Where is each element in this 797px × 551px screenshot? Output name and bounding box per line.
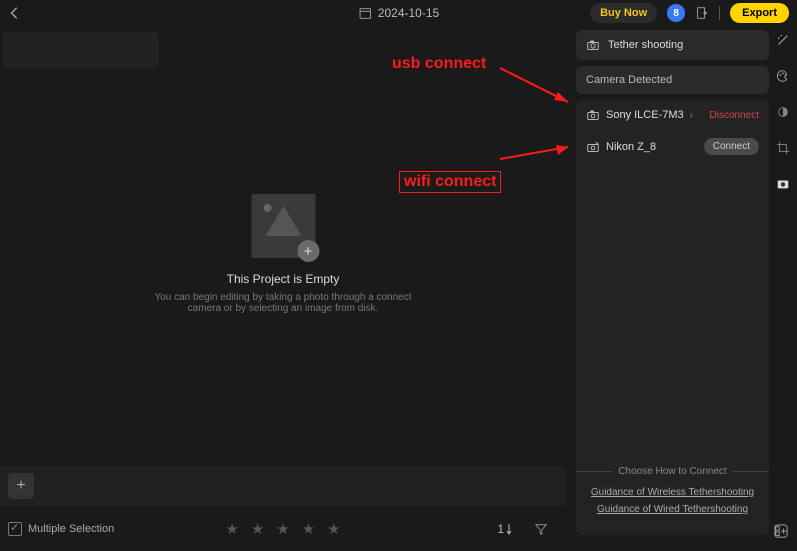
- add-image-button[interactable]: +: [297, 240, 319, 262]
- tone-icon[interactable]: [773, 102, 793, 122]
- magic-icon[interactable]: [773, 30, 793, 50]
- tether-shooting-row[interactable]: Tether shooting: [576, 30, 769, 60]
- empty-image-icon: +: [251, 194, 315, 258]
- crop-icon[interactable]: [773, 138, 793, 158]
- date-label: 2024-10-15: [378, 6, 439, 20]
- how-to-connect: Choose How to Connect Guidance of Wirele…: [576, 458, 769, 529]
- multiple-selection-label: Multiple Selection: [28, 523, 114, 535]
- thumbnail-placeholder: [3, 32, 158, 68]
- palette-icon[interactable]: [773, 66, 793, 86]
- project-date[interactable]: 2024-10-15: [358, 6, 439, 20]
- filter-icon[interactable]: [534, 522, 548, 536]
- link-wired-guide[interactable]: Guidance of Wired Tethershooting: [576, 504, 769, 515]
- camera-row-nikon[interactable]: Nikon Z_8 Connect: [576, 130, 769, 163]
- link-wireless-guide[interactable]: Guidance of Wireless Tethershooting: [576, 487, 769, 498]
- bottom-bar: Multiple Selection ★ ★ ★ ★ ★ 1: [0, 506, 566, 551]
- right-panel: Tether shooting Camera Detected Sony ILC…: [576, 30, 769, 541]
- back-icon[interactable]: [8, 6, 22, 20]
- usb-camera-icon: [586, 108, 600, 122]
- import-icon[interactable]: [695, 6, 709, 20]
- disconnect-button[interactable]: Disconnect: [710, 110, 759, 121]
- camera-list: Sony ILCE-7M3 › Disconnect Nikon Z_8 Con…: [576, 100, 769, 535]
- compare-icon[interactable]: [771, 521, 791, 541]
- camera-row-sony[interactable]: Sony ILCE-7M3 › Disconnect: [576, 100, 769, 130]
- star-icon[interactable]: ★: [327, 520, 340, 538]
- add-tile-button[interactable]: +: [8, 473, 34, 499]
- star-icon[interactable]: ★: [302, 520, 315, 538]
- camera-detected-header: Camera Detected: [576, 66, 769, 94]
- camera-name: Sony ILCE-7M3: [606, 109, 684, 121]
- star-rating[interactable]: ★ ★ ★ ★ ★: [225, 520, 340, 538]
- camera-icon: [586, 38, 600, 52]
- star-icon[interactable]: ★: [251, 520, 264, 538]
- empty-state: + This Project is Empty You can begin ed…: [142, 194, 425, 314]
- star-icon[interactable]: ★: [276, 520, 289, 538]
- main-canvas: + This Project is Empty You can begin ed…: [0, 26, 566, 506]
- tether-label: Tether shooting: [608, 39, 683, 51]
- checkbox-icon: [8, 522, 22, 536]
- multiple-selection-toggle[interactable]: Multiple Selection: [8, 522, 114, 536]
- connect-button[interactable]: Connect: [704, 138, 759, 155]
- capture-icon[interactable]: [773, 174, 793, 194]
- top-bar: 2024-10-15 Buy Now 8 Export: [0, 0, 797, 26]
- export-button[interactable]: Export: [730, 3, 789, 23]
- empty-subtitle: You can begin editing by taking a photo …: [142, 292, 425, 314]
- sort-control[interactable]: 1: [497, 522, 516, 536]
- star-icon[interactable]: ★: [225, 520, 238, 538]
- camera-name: Nikon Z_8: [606, 141, 656, 153]
- compare-icon-wrap: [771, 521, 795, 541]
- thumbnail-strip: +: [0, 466, 566, 506]
- empty-title: This Project is Empty: [142, 272, 425, 286]
- wifi-camera-icon: [586, 140, 600, 154]
- avatar[interactable]: 8: [667, 4, 685, 22]
- how-heading: Choose How to Connect: [618, 466, 726, 477]
- chevron-right-icon: ›: [690, 110, 693, 121]
- side-toolstrip: [771, 30, 795, 194]
- divider: [719, 6, 720, 20]
- buy-now-button[interactable]: Buy Now: [590, 3, 657, 23]
- calendar-icon: [358, 6, 372, 20]
